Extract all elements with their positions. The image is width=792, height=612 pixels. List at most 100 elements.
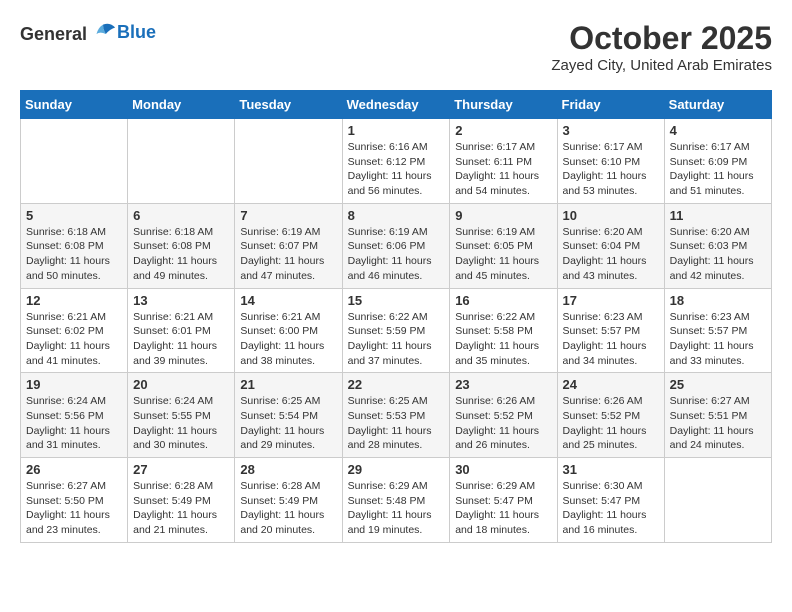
day-info: Sunrise: 6:29 AMSunset: 5:48 PMDaylight:…	[348, 479, 445, 538]
calendar-cell: 20 Sunrise: 6:24 AMSunset: 5:55 PMDayligh…	[128, 373, 235, 458]
day-info: Sunrise: 6:27 AMSunset: 5:51 PMDaylight:…	[670, 394, 766, 453]
day-info: Sunrise: 6:17 AMSunset: 6:09 PMDaylight:…	[670, 140, 766, 199]
page-header: General Blue October 2025 Zayed City, Un…	[20, 20, 772, 74]
day-info: Sunrise: 6:22 AMSunset: 5:58 PMDaylight:…	[455, 310, 551, 369]
day-number: 4	[670, 123, 766, 138]
day-info: Sunrise: 6:21 AMSunset: 6:01 PMDaylight:…	[133, 310, 229, 369]
day-number: 2	[455, 123, 551, 138]
day-number: 30	[455, 462, 551, 477]
day-info: Sunrise: 6:21 AMSunset: 6:02 PMDaylight:…	[26, 310, 122, 369]
day-number: 12	[26, 293, 122, 308]
calendar-week-row: 12 Sunrise: 6:21 AMSunset: 6:02 PMDayligh…	[21, 288, 772, 373]
calendar-cell: 8 Sunrise: 6:19 AMSunset: 6:06 PMDaylight…	[342, 203, 450, 288]
day-number: 14	[240, 293, 336, 308]
calendar-cell	[664, 458, 771, 543]
day-number: 27	[133, 462, 229, 477]
day-info: Sunrise: 6:24 AMSunset: 5:56 PMDaylight:…	[26, 394, 122, 453]
calendar-cell: 25 Sunrise: 6:27 AMSunset: 5:51 PMDayligh…	[664, 373, 771, 458]
weekday-header-saturday: Saturday	[664, 91, 771, 119]
calendar-cell: 29 Sunrise: 6:29 AMSunset: 5:48 PMDayligh…	[342, 458, 450, 543]
calendar-cell: 10 Sunrise: 6:20 AMSunset: 6:04 PMDayligh…	[557, 203, 664, 288]
calendar-cell: 6 Sunrise: 6:18 AMSunset: 6:08 PMDaylight…	[128, 203, 235, 288]
logo-bird-icon	[89, 20, 117, 48]
calendar-cell: 7 Sunrise: 6:19 AMSunset: 6:07 PMDaylight…	[235, 203, 342, 288]
calendar-cell	[128, 119, 235, 204]
day-number: 25	[670, 377, 766, 392]
day-info: Sunrise: 6:24 AMSunset: 5:55 PMDaylight:…	[133, 394, 229, 453]
calendar-week-row: 1 Sunrise: 6:16 AMSunset: 6:12 PMDaylight…	[21, 119, 772, 204]
calendar-cell: 31 Sunrise: 6:30 AMSunset: 5:47 PMDayligh…	[557, 458, 664, 543]
day-number: 20	[133, 377, 229, 392]
day-number: 6	[133, 208, 229, 223]
calendar-cell: 4 Sunrise: 6:17 AMSunset: 6:09 PMDaylight…	[664, 119, 771, 204]
calendar-cell: 30 Sunrise: 6:29 AMSunset: 5:47 PMDayligh…	[450, 458, 557, 543]
logo-general-text: General	[20, 24, 87, 45]
day-number: 8	[348, 208, 445, 223]
day-info: Sunrise: 6:20 AMSunset: 6:04 PMDaylight:…	[563, 225, 659, 284]
weekday-header-row: SundayMondayTuesdayWednesdayThursdayFrid…	[21, 91, 772, 119]
calendar-cell: 22 Sunrise: 6:25 AMSunset: 5:53 PMDayligh…	[342, 373, 450, 458]
calendar-week-row: 19 Sunrise: 6:24 AMSunset: 5:56 PMDayligh…	[21, 373, 772, 458]
weekday-header-wednesday: Wednesday	[342, 91, 450, 119]
calendar-cell: 19 Sunrise: 6:24 AMSunset: 5:56 PMDayligh…	[21, 373, 128, 458]
day-number: 11	[670, 208, 766, 223]
weekday-header-sunday: Sunday	[21, 91, 128, 119]
day-info: Sunrise: 6:19 AMSunset: 6:06 PMDaylight:…	[348, 225, 445, 284]
calendar-week-row: 26Sunrise: 6:27 AMSunset: 5:50 PMDayligh…	[21, 458, 772, 543]
calendar-cell	[21, 119, 128, 204]
day-info: Sunrise: 6:25 AMSunset: 5:53 PMDaylight:…	[348, 394, 445, 453]
calendar-week-row: 5Sunrise: 6:18 AMSunset: 6:08 PMDaylight…	[21, 203, 772, 288]
calendar-cell: 9Sunrise: 6:19 AMSunset: 6:05 PMDaylight…	[450, 203, 557, 288]
calendar-cell: 5Sunrise: 6:18 AMSunset: 6:08 PMDaylight…	[21, 203, 128, 288]
calendar-cell: 2 Sunrise: 6:17 AMSunset: 6:11 PMDaylight…	[450, 119, 557, 204]
day-number: 21	[240, 377, 336, 392]
day-info: Sunrise: 6:17 AMSunset: 6:10 PMDaylight:…	[563, 140, 659, 199]
day-number: 28	[240, 462, 336, 477]
day-number: 29	[348, 462, 445, 477]
calendar-cell: 14 Sunrise: 6:21 AMSunset: 6:00 PMDayligh…	[235, 288, 342, 373]
day-number: 17	[563, 293, 659, 308]
calendar-table: SundayMondayTuesdayWednesdayThursdayFrid…	[20, 90, 772, 543]
calendar-cell: 12 Sunrise: 6:21 AMSunset: 6:02 PMDayligh…	[21, 288, 128, 373]
day-number: 16	[455, 293, 551, 308]
day-info: Sunrise: 6:17 AMSunset: 6:11 PMDaylight:…	[455, 140, 551, 199]
calendar-cell: 18Sunrise: 6:23 AMSunset: 5:57 PMDayligh…	[664, 288, 771, 373]
day-info: Sunrise: 6:18 AMSunset: 6:08 PMDaylight:…	[133, 225, 229, 284]
day-number: 15	[348, 293, 445, 308]
day-info: Sunrise: 6:30 AMSunset: 5:47 PMDaylight:…	[563, 479, 659, 538]
logo: General Blue	[20, 20, 156, 48]
calendar-cell: 27Sunrise: 6:28 AMSunset: 5:49 PMDayligh…	[128, 458, 235, 543]
day-number: 19	[26, 377, 122, 392]
calendar-cell: 21Sunrise: 6:25 AMSunset: 5:54 PMDayligh…	[235, 373, 342, 458]
title-block: October 2025 Zayed City, United Arab Emi…	[551, 20, 772, 74]
calendar-cell: 15 Sunrise: 6:22 AMSunset: 5:59 PMDayligh…	[342, 288, 450, 373]
day-number: 9	[455, 208, 551, 223]
day-number: 31	[563, 462, 659, 477]
calendar-cell: 16 Sunrise: 6:22 AMSunset: 5:58 PMDayligh…	[450, 288, 557, 373]
day-number: 10	[563, 208, 659, 223]
day-number: 26	[26, 462, 122, 477]
day-info: Sunrise: 6:21 AMSunset: 6:00 PMDaylight:…	[240, 310, 336, 369]
day-info: Sunrise: 6:19 AMSunset: 6:07 PMDaylight:…	[240, 225, 336, 284]
calendar-cell	[235, 119, 342, 204]
weekday-header-tuesday: Tuesday	[235, 91, 342, 119]
day-number: 22	[348, 377, 445, 392]
calendar-cell: 28Sunrise: 6:28 AMSunset: 5:49 PMDayligh…	[235, 458, 342, 543]
calendar-cell: 24Sunrise: 6:26 AMSunset: 5:52 PMDayligh…	[557, 373, 664, 458]
calendar-cell: 1 Sunrise: 6:16 AMSunset: 6:12 PMDaylight…	[342, 119, 450, 204]
month-title: October 2025	[551, 20, 772, 57]
calendar-cell: 17Sunrise: 6:23 AMSunset: 5:57 PMDayligh…	[557, 288, 664, 373]
day-info: Sunrise: 6:22 AMSunset: 5:59 PMDaylight:…	[348, 310, 445, 369]
calendar-cell: 23Sunrise: 6:26 AMSunset: 5:52 PMDayligh…	[450, 373, 557, 458]
day-number: 7	[240, 208, 336, 223]
calendar-cell: 3Sunrise: 6:17 AMSunset: 6:10 PMDaylight…	[557, 119, 664, 204]
day-info: Sunrise: 6:16 AMSunset: 6:12 PMDaylight:…	[348, 140, 445, 199]
logo-blue-text: Blue	[117, 22, 156, 43]
weekday-header-thursday: Thursday	[450, 91, 557, 119]
calendar-cell: 13 Sunrise: 6:21 AMSunset: 6:01 PMDayligh…	[128, 288, 235, 373]
day-number: 1	[348, 123, 445, 138]
day-number: 13	[133, 293, 229, 308]
weekday-header-monday: Monday	[128, 91, 235, 119]
day-info: Sunrise: 6:29 AMSunset: 5:47 PMDaylight:…	[455, 479, 551, 538]
calendar-cell: 26Sunrise: 6:27 AMSunset: 5:50 PMDayligh…	[21, 458, 128, 543]
